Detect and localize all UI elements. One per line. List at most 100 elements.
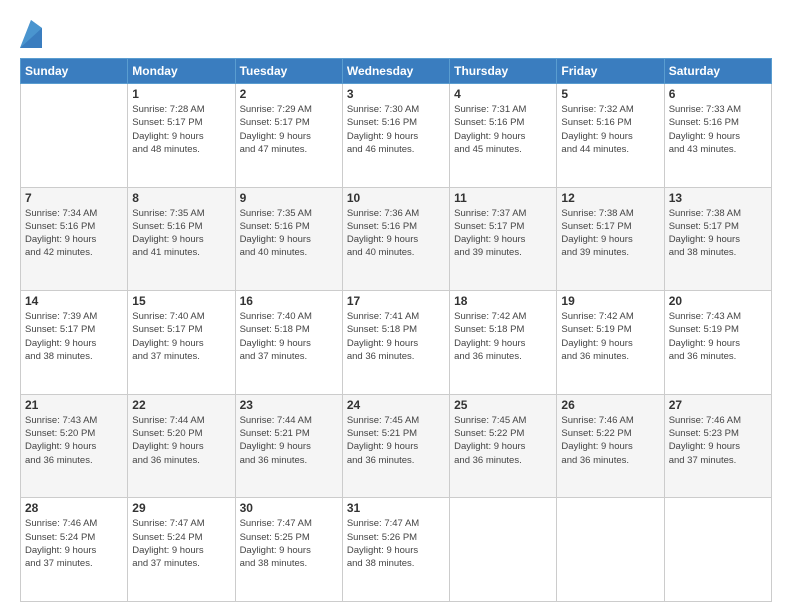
day-info: Sunrise: 7:47 AMSunset: 5:24 PMDaylight:… [132,517,230,570]
day-number: 4 [454,87,552,101]
day-info: Sunrise: 7:42 AMSunset: 5:19 PMDaylight:… [561,310,659,363]
day-cell: 18 Sunrise: 7:42 AMSunset: 5:18 PMDayligh… [450,291,557,395]
day-info: Sunrise: 7:43 AMSunset: 5:19 PMDaylight:… [669,310,767,363]
day-cell: 2Sunrise: 7:29 AMSunset: 5:17 PMDaylight… [235,84,342,188]
day-number: 14 [25,294,123,308]
header-day-friday: Friday [557,59,664,84]
day-number: 2 [240,87,338,101]
day-number: 10 [347,191,445,205]
day-number: 9 [240,191,338,205]
day-cell: 1Sunrise: 7:28 AMSunset: 5:17 PMDaylight… [128,84,235,188]
day-cell: 22 Sunrise: 7:44 AMSunset: 5:20 PMDayligh… [128,394,235,498]
day-info: Sunrise: 7:33 AMSunset: 5:16 PMDaylight:… [669,103,767,156]
day-number: 8 [132,191,230,205]
day-cell: 3 Sunrise: 7:30 AMSunset: 5:16 PMDaylight… [342,84,449,188]
day-info: Sunrise: 7:40 AMSunset: 5:18 PMDaylight:… [240,310,338,363]
day-info: Sunrise: 7:46 AMSunset: 5:24 PMDaylight:… [25,517,123,570]
day-info: Sunrise: 7:41 AMSunset: 5:18 PMDaylight:… [347,310,445,363]
day-number: 1 [132,87,230,101]
day-number: 16 [240,294,338,308]
header-day-tuesday: Tuesday [235,59,342,84]
week-row-2: 14Sunrise: 7:39 AMSunset: 5:17 PMDayligh… [21,291,772,395]
day-info: Sunrise: 7:37 AMSunset: 5:17 PMDaylight:… [454,207,552,260]
day-cell: 31Sunrise: 7:47 AMSunset: 5:26 PMDayligh… [342,498,449,602]
day-cell: 8 Sunrise: 7:35 AMSunset: 5:16 PMDaylight… [128,187,235,291]
day-info: Sunrise: 7:35 AMSunset: 5:16 PMDaylight:… [132,207,230,260]
day-number: 3 [347,87,445,101]
day-number: 21 [25,398,123,412]
day-cell: 28Sunrise: 7:46 AMSunset: 5:24 PMDayligh… [21,498,128,602]
day-info: Sunrise: 7:45 AMSunset: 5:21 PMDaylight:… [347,414,445,467]
day-number: 26 [561,398,659,412]
day-number: 15 [132,294,230,308]
day-number: 6 [669,87,767,101]
day-number: 13 [669,191,767,205]
day-info: Sunrise: 7:35 AMSunset: 5:16 PMDaylight:… [240,207,338,260]
day-info: Sunrise: 7:40 AMSunset: 5:17 PMDaylight:… [132,310,230,363]
day-number: 30 [240,501,338,515]
day-info: Sunrise: 7:42 AMSunset: 5:18 PMDaylight:… [454,310,552,363]
day-number: 24 [347,398,445,412]
header-day-monday: Monday [128,59,235,84]
day-cell [21,84,128,188]
day-cell: 29 Sunrise: 7:47 AMSunset: 5:24 PMDayligh… [128,498,235,602]
week-row-4: 28Sunrise: 7:46 AMSunset: 5:24 PMDayligh… [21,498,772,602]
day-number: 18 [454,294,552,308]
day-cell: 15 Sunrise: 7:40 AMSunset: 5:17 PMDayligh… [128,291,235,395]
day-cell: 16 Sunrise: 7:40 AMSunset: 5:18 PMDayligh… [235,291,342,395]
day-cell: 14Sunrise: 7:39 AMSunset: 5:17 PMDayligh… [21,291,128,395]
header-day-wednesday: Wednesday [342,59,449,84]
header-day-thursday: Thursday [450,59,557,84]
day-cell: 20Sunrise: 7:43 AMSunset: 5:19 PMDayligh… [664,291,771,395]
day-cell: 11 Sunrise: 7:37 AMSunset: 5:17 PMDayligh… [450,187,557,291]
day-cell: 5 Sunrise: 7:32 AMSunset: 5:16 PMDaylight… [557,84,664,188]
day-cell: 30 Sunrise: 7:47 AMSunset: 5:25 PMDayligh… [235,498,342,602]
day-number: 19 [561,294,659,308]
day-info: Sunrise: 7:44 AMSunset: 5:21 PMDaylight:… [240,414,338,467]
day-cell: 24 Sunrise: 7:45 AMSunset: 5:21 PMDayligh… [342,394,449,498]
week-row-0: 1Sunrise: 7:28 AMSunset: 5:17 PMDaylight… [21,84,772,188]
day-info: Sunrise: 7:36 AMSunset: 5:16 PMDaylight:… [347,207,445,260]
day-cell: 19 Sunrise: 7:42 AMSunset: 5:19 PMDayligh… [557,291,664,395]
day-number: 29 [132,501,230,515]
day-cell: 4 Sunrise: 7:31 AMSunset: 5:16 PMDaylight… [450,84,557,188]
day-info: Sunrise: 7:38 AMSunset: 5:17 PMDaylight:… [561,207,659,260]
day-number: 17 [347,294,445,308]
day-info: Sunrise: 7:32 AMSunset: 5:16 PMDaylight:… [561,103,659,156]
day-cell [450,498,557,602]
day-cell [557,498,664,602]
day-cell: 7Sunrise: 7:34 AMSunset: 5:16 PMDaylight… [21,187,128,291]
day-cell: 23Sunrise: 7:44 AMSunset: 5:21 PMDayligh… [235,394,342,498]
day-cell: 9 Sunrise: 7:35 AMSunset: 5:16 PMDaylight… [235,187,342,291]
day-cell: 12 Sunrise: 7:38 AMSunset: 5:17 PMDayligh… [557,187,664,291]
week-row-3: 21Sunrise: 7:43 AMSunset: 5:20 PMDayligh… [21,394,772,498]
day-cell: 26Sunrise: 7:46 AMSunset: 5:22 PMDayligh… [557,394,664,498]
day-info: Sunrise: 7:45 AMSunset: 5:22 PMDaylight:… [454,414,552,467]
day-cell: 6 Sunrise: 7:33 AMSunset: 5:16 PMDaylight… [664,84,771,188]
header-day-sunday: Sunday [21,59,128,84]
day-number: 22 [132,398,230,412]
day-number: 5 [561,87,659,101]
day-cell: 27Sunrise: 7:46 AMSunset: 5:23 PMDayligh… [664,394,771,498]
day-cell [664,498,771,602]
day-cell: 13 Sunrise: 7:38 AMSunset: 5:17 PMDayligh… [664,187,771,291]
day-info: Sunrise: 7:30 AMSunset: 5:16 PMDaylight:… [347,103,445,156]
day-info: Sunrise: 7:47 AMSunset: 5:25 PMDaylight:… [240,517,338,570]
day-cell: 10 Sunrise: 7:36 AMSunset: 5:16 PMDayligh… [342,187,449,291]
week-row-1: 7Sunrise: 7:34 AMSunset: 5:16 PMDaylight… [21,187,772,291]
day-number: 27 [669,398,767,412]
day-number: 31 [347,501,445,515]
day-cell: 21Sunrise: 7:43 AMSunset: 5:20 PMDayligh… [21,394,128,498]
day-info: Sunrise: 7:31 AMSunset: 5:16 PMDaylight:… [454,103,552,156]
header-day-saturday: Saturday [664,59,771,84]
logo-icon [20,20,42,48]
day-number: 25 [454,398,552,412]
day-info: Sunrise: 7:38 AMSunset: 5:17 PMDaylight:… [669,207,767,260]
day-cell: 25 Sunrise: 7:45 AMSunset: 5:22 PMDayligh… [450,394,557,498]
day-info: Sunrise: 7:44 AMSunset: 5:20 PMDaylight:… [132,414,230,467]
logo [20,18,46,48]
calendar-table: SundayMondayTuesdayWednesdayThursdayFrid… [20,58,772,602]
day-number: 12 [561,191,659,205]
day-number: 11 [454,191,552,205]
day-cell: 17 Sunrise: 7:41 AMSunset: 5:18 PMDayligh… [342,291,449,395]
